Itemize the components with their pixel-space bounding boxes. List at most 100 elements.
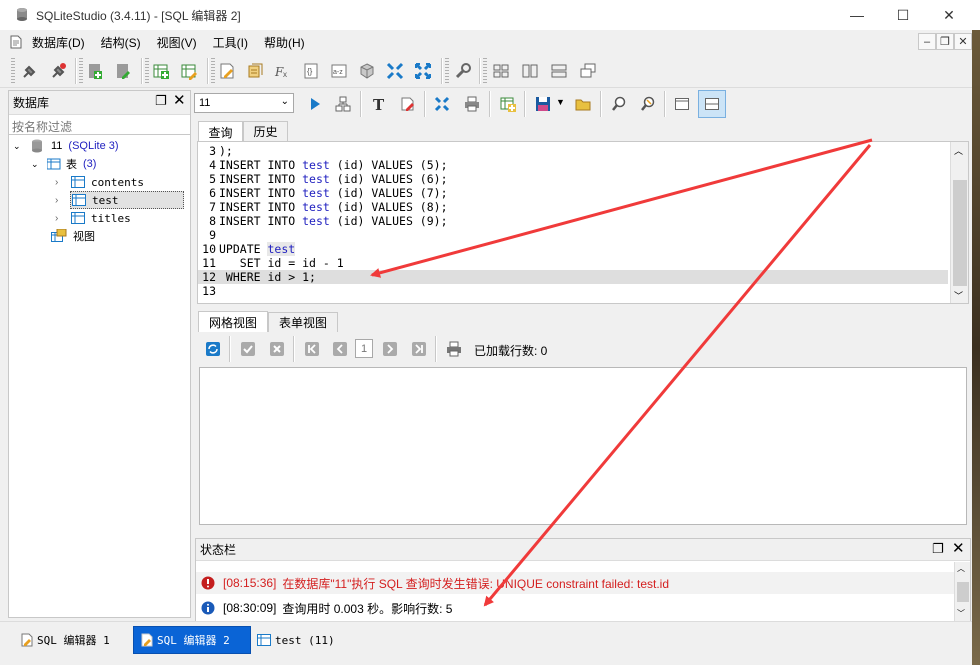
menu-structure[interactable]: 结构(S)	[93, 34, 149, 51]
scroll-up-icon[interactable]: ︿	[954, 144, 963, 157]
tile-vertical-icon[interactable]	[519, 60, 541, 82]
tab-grid-view[interactable]: 网格视图	[198, 311, 268, 332]
tree-db-node[interactable]: ⌄ 11 (SQLite 3)	[13, 137, 119, 155]
clear-editor-icon[interactable]	[397, 93, 419, 115]
page-number-input[interactable]: 1	[355, 339, 373, 358]
task-sql-editor-2[interactable]: SQL 编辑器 2	[133, 626, 251, 654]
close-panel-icon[interactable]: ✕	[173, 91, 186, 109]
chevron-down-icon[interactable]: ⌄	[31, 159, 43, 170]
edit-database-icon[interactable]	[112, 60, 134, 82]
code-line[interactable]: 8 INSERT INTO test (id) VALUES (9);	[198, 214, 948, 228]
tree-tables-node[interactable]: ⌄ 表 (3)	[31, 155, 96, 173]
menu-view[interactable]: 视图(V)	[149, 34, 205, 51]
task-table-test[interactable]: test (11)	[251, 626, 341, 654]
scroll-down-icon[interactable]: ﹀	[954, 289, 963, 302]
tree-table-contents[interactable]: › contents	[55, 173, 144, 191]
import-icon[interactable]	[384, 60, 406, 82]
editor-import-icon[interactable]	[431, 93, 453, 115]
code-line[interactable]: 9	[198, 228, 948, 242]
chevron-right-icon[interactable]: ›	[55, 213, 65, 224]
sql-code-editor[interactable]: 3); 4 INSERT INTO test (id) VALUES (5); 5 IN…	[197, 141, 969, 304]
add-database-icon[interactable]	[84, 60, 106, 82]
print-results-icon[interactable]	[443, 338, 465, 360]
chevron-right-icon[interactable]: ›	[55, 195, 65, 206]
menu-help[interactable]: 帮助(H)	[256, 34, 313, 51]
results-in-tab-icon[interactable]	[671, 93, 693, 115]
tab-form-view[interactable]: 表单视图	[268, 312, 338, 332]
close-panel-icon[interactable]: ✕	[952, 539, 965, 557]
code-line[interactable]: 13	[198, 284, 948, 298]
menu-tools[interactable]: 工具(I)	[205, 34, 256, 51]
results-below-icon[interactable]	[698, 90, 726, 118]
code-line[interactable]: 11 SET id = id - 1	[198, 256, 948, 270]
scroll-up-icon[interactable]: ︿	[957, 563, 965, 574]
mdi-close-button[interactable]: ✕	[954, 33, 972, 50]
db-filter-input[interactable]: 按名称过滤	[9, 115, 190, 135]
new-view-icon[interactable]	[497, 93, 519, 115]
tree-table-titles[interactable]: › titles	[55, 209, 131, 227]
open-sql-editor-icon[interactable]	[216, 60, 238, 82]
minimize-button[interactable]: —	[834, 0, 880, 30]
chevron-right-icon[interactable]: ›	[55, 177, 65, 188]
open-sql-file-icon[interactable]	[572, 93, 594, 115]
commit-icon[interactable]	[237, 338, 259, 360]
next-page-icon[interactable]	[379, 338, 401, 360]
find-replace-icon[interactable]	[637, 93, 659, 115]
explain-query-icon[interactable]	[332, 93, 354, 115]
float-panel-icon[interactable]: ❐	[932, 541, 944, 557]
task-sql-editor-1[interactable]: SQL 编辑器 1	[14, 626, 124, 654]
connect-db-icon[interactable]	[19, 60, 41, 82]
scroll-thumb[interactable]	[957, 582, 969, 602]
export-icon[interactable]	[412, 60, 434, 82]
scroll-thumb[interactable]	[953, 180, 967, 286]
tab-query[interactable]: 查询	[198, 121, 243, 142]
rollback-icon[interactable]	[266, 338, 288, 360]
chevron-down-icon[interactable]: ⌄	[281, 96, 289, 107]
disconnect-db-icon[interactable]	[48, 60, 70, 82]
code-line[interactable]: 4 INSERT INTO test (id) VALUES (5);	[198, 158, 948, 172]
results-grid[interactable]	[199, 367, 967, 525]
tile-horizontal-icon[interactable]	[548, 60, 570, 82]
edit-table-icon[interactable]	[178, 60, 200, 82]
code-line[interactable]: 12 WHERE id > 1;	[198, 270, 948, 284]
float-panel-icon[interactable]: ❐	[155, 93, 167, 109]
code-line[interactable]: 7 INSERT INTO test (id) VALUES (8);	[198, 200, 948, 214]
settings-wrench-icon[interactable]	[452, 60, 474, 82]
tree-table-test[interactable]: › test	[55, 191, 189, 209]
find-icon[interactable]	[608, 93, 630, 115]
extensions-icon[interactable]	[356, 60, 378, 82]
status-message-error[interactable]: [08:15:36] 在数据库"11"执行 SQL 查询时发生错误: UNIQU…	[196, 572, 954, 594]
close-window-button[interactable]: ✕	[926, 0, 972, 30]
database-select[interactable]: 11 ⌄	[194, 93, 294, 113]
mdi-restore-button[interactable]: ❐	[936, 33, 954, 50]
chevron-down-icon[interactable]: ⌄	[13, 141, 25, 152]
save-sql-icon[interactable]	[532, 93, 554, 115]
sql-history-icon[interactable]	[244, 60, 266, 82]
last-page-icon[interactable]	[408, 338, 430, 360]
status-scrollbar[interactable]: ︿ ﹀	[954, 562, 970, 621]
toolbar-grip[interactable]	[11, 58, 15, 84]
code-line[interactable]: 3);	[198, 144, 948, 158]
status-message-info[interactable]: [08:30:09] 查询用时 0.003 秒。影响行数: 5	[196, 597, 954, 619]
menu-database[interactable]: 数据库(D)	[24, 34, 93, 51]
print-icon[interactable]	[461, 93, 483, 115]
collations-icon[interactable]: a-z	[328, 60, 350, 82]
code-line[interactable]: 10 UPDATE test	[198, 242, 948, 256]
refresh-results-icon[interactable]	[202, 338, 224, 360]
tree-views-node[interactable]: 视图	[51, 227, 95, 245]
cascade-windows-icon[interactable]	[577, 60, 599, 82]
editor-scrollbar[interactable]: ︿ ﹀	[950, 142, 968, 303]
add-table-icon[interactable]	[150, 60, 172, 82]
save-dropdown-arrow-icon[interactable]: ▼	[556, 97, 565, 107]
first-page-icon[interactable]	[301, 338, 323, 360]
tile-windows-icon[interactable]	[490, 60, 512, 82]
code-line[interactable]: 6 INSERT INTO test (id) VALUES (7);	[198, 186, 948, 200]
tab-history[interactable]: 历史	[243, 121, 288, 141]
functions-icon[interactable]: Fx	[272, 60, 294, 82]
mdi-minimize-button[interactable]: –	[918, 33, 936, 50]
scroll-down-icon[interactable]: ﹀	[957, 608, 965, 619]
previous-page-icon[interactable]	[329, 338, 351, 360]
execute-query-icon[interactable]	[304, 93, 326, 115]
code-line[interactable]: 5 INSERT INTO test (id) VALUES (6);	[198, 172, 948, 186]
maximize-button[interactable]: ☐	[880, 0, 926, 30]
